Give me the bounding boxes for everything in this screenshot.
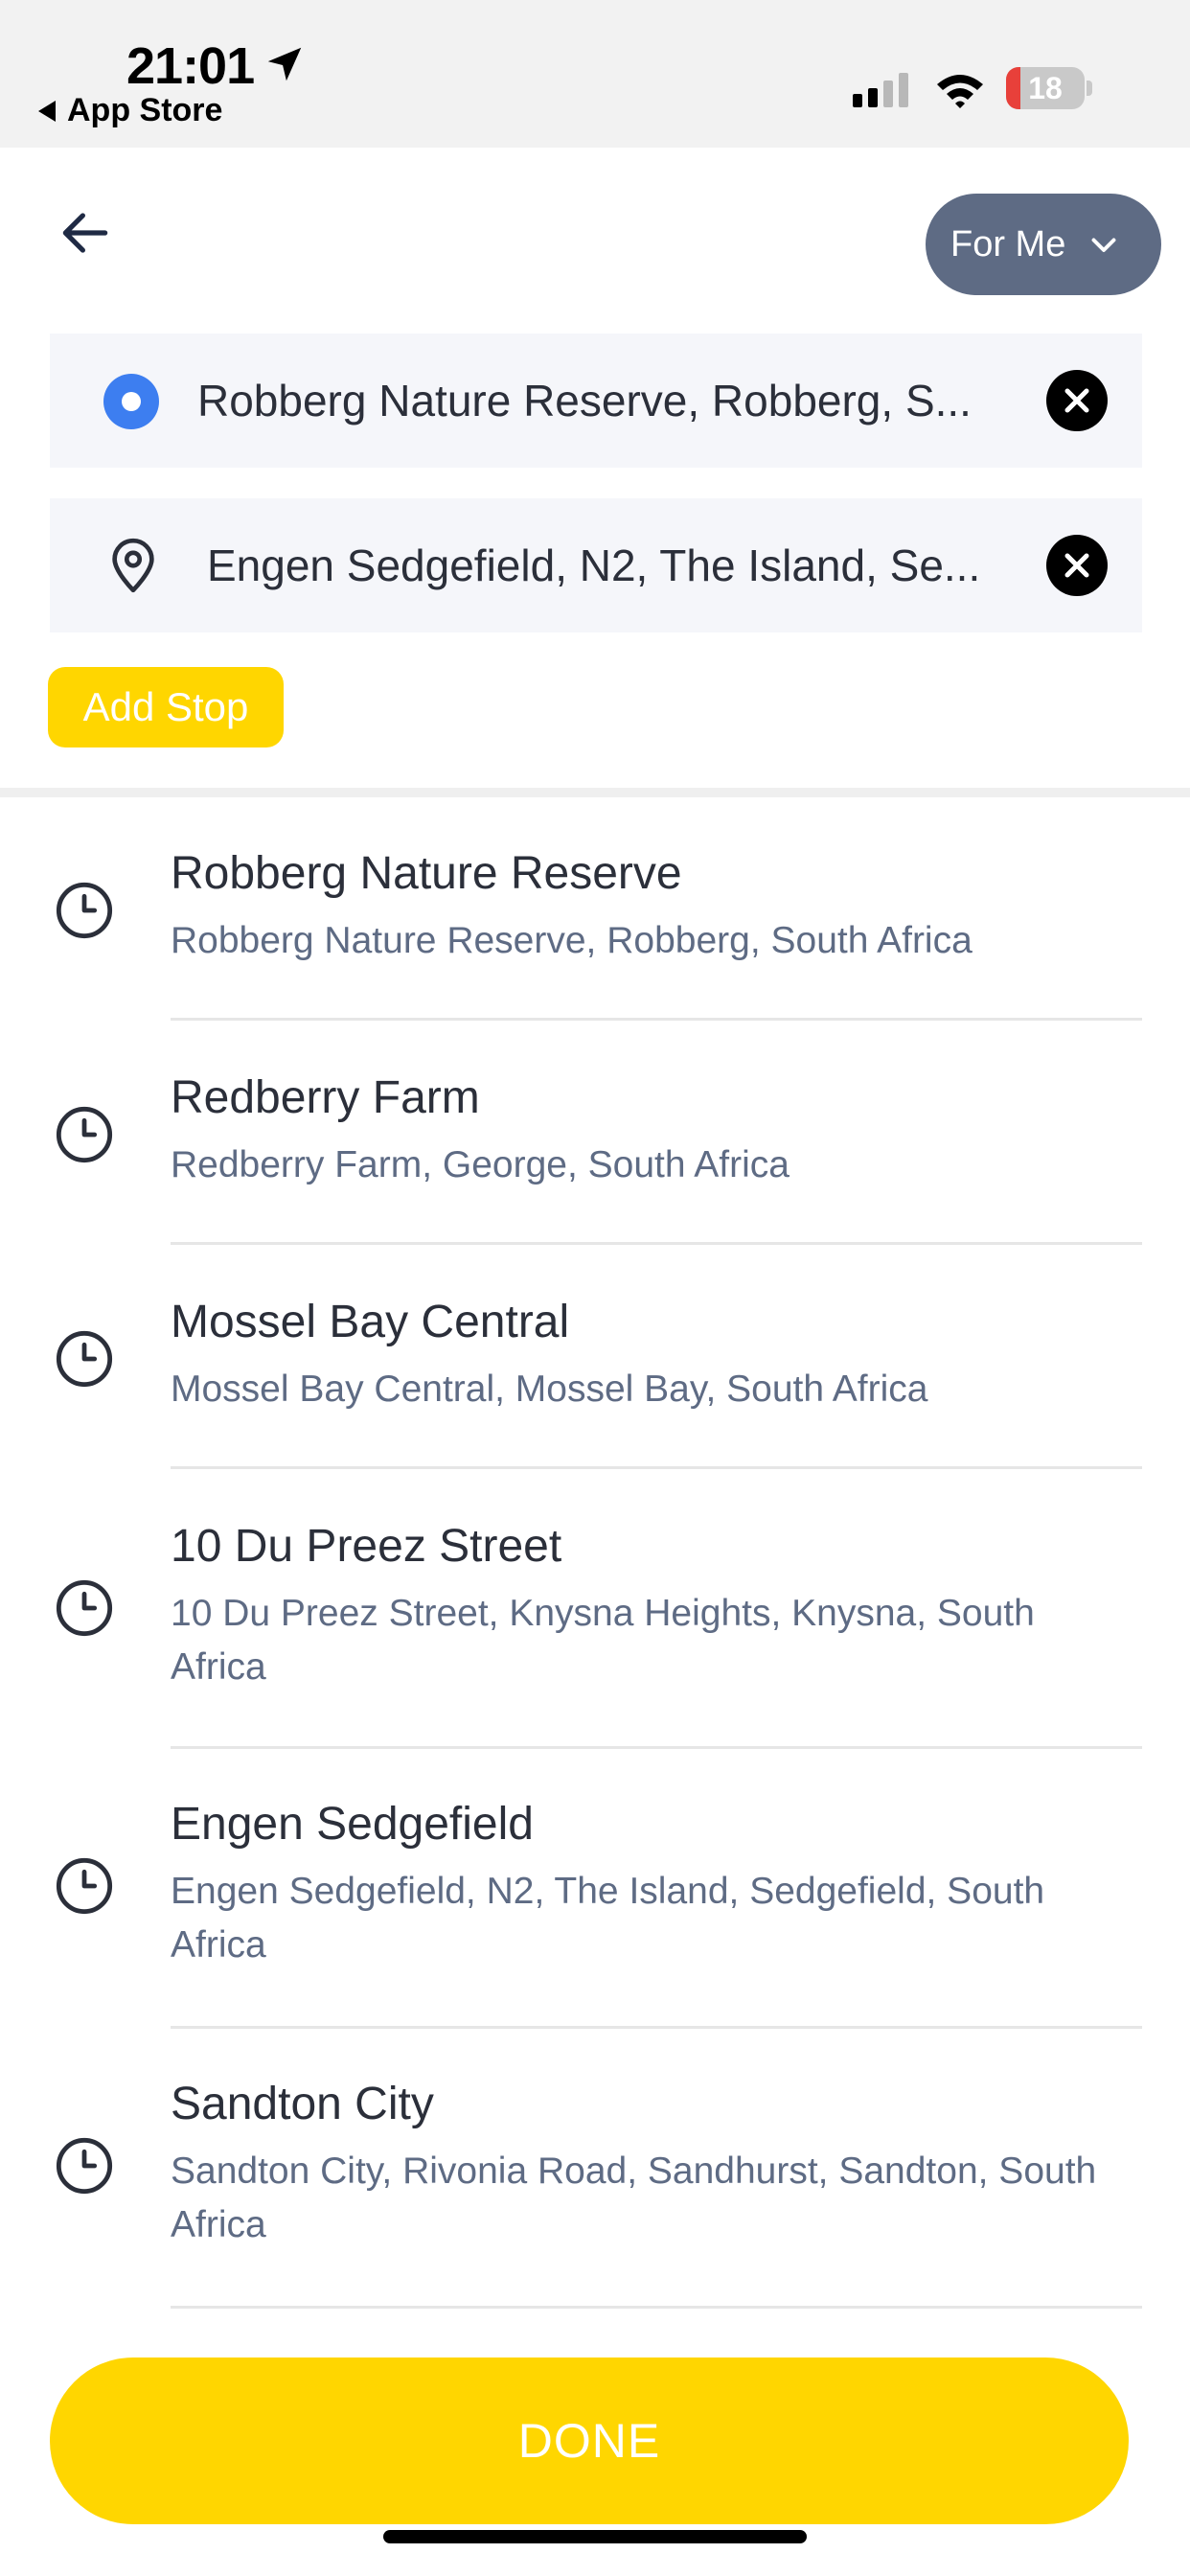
divider (171, 1466, 1142, 1469)
list-item[interactable]: 10 Du Preez Street 10 Du Preez Street, K… (0, 1470, 1190, 1750)
map-pin-icon (112, 538, 154, 593)
cellular-signal-icon (853, 73, 908, 107)
location-arrow-icon (267, 47, 302, 81)
done-button[interactable]: DONE (50, 2358, 1129, 2524)
battery-body: 18 (1006, 67, 1085, 109)
chevron-down-icon (1091, 238, 1116, 252)
divider (171, 1018, 1142, 1021)
close-icon (1064, 553, 1089, 578)
for-me-label: For Me (950, 223, 1066, 264)
section-divider (0, 788, 1190, 797)
place-title: 10 Du Preez Street (171, 1521, 562, 1572)
origin-radio-icon (103, 374, 159, 429)
back-arrow-icon[interactable] (56, 203, 115, 263)
clock-icon (56, 1106, 113, 1163)
list-item[interactable]: Robberg Nature Reserve Robberg Nature Re… (0, 797, 1190, 1021)
status-bar: 21:01 App Store 18 (0, 0, 1190, 148)
place-title: Redberry Farm (171, 1072, 480, 1123)
divider (171, 2306, 1142, 2309)
close-icon (1064, 388, 1089, 413)
list-item[interactable]: Redberry Farm Redberry Farm, George, Sou… (0, 1022, 1190, 1246)
place-address: Robberg Nature Reserve, Robberg, South A… (171, 920, 973, 961)
wifi-icon (937, 75, 983, 108)
place-title: Engen Sedgefield (171, 1799, 534, 1850)
place-title: Mossel Bay Central (171, 1297, 570, 1347)
back-triangle-icon (38, 100, 56, 122)
place-title: Sandton City (171, 2079, 434, 2129)
status-time: 21:01 (126, 37, 255, 95)
clear-origin-button[interactable] (1046, 370, 1108, 431)
place-address: Sandton City, Rivonia Road, Sandhurst, S… (171, 2150, 1097, 2245)
clear-destination-button[interactable] (1046, 535, 1108, 596)
destination-field[interactable]: Engen Sedgefield, N2, The Island, Se... (50, 498, 1142, 632)
clock-icon (56, 1579, 113, 1637)
origin-field[interactable]: Robberg Nature Reserve, Robberg, S... (50, 334, 1142, 468)
for-me-dropdown[interactable]: For Me (926, 194, 1161, 295)
clock-icon (56, 1857, 113, 1915)
back-app-label: App Store (67, 92, 223, 128)
home-indicator (383, 2530, 807, 2543)
list-item[interactable]: Engen Sedgefield Engen Sedgefield, N2, T… (0, 1748, 1190, 2029)
list-item[interactable]: Sandton City Sandton City, Rivonia Road,… (0, 2028, 1190, 2310)
place-address: Redberry Farm, George, South Africa (171, 1144, 790, 1185)
origin-text: Robberg Nature Reserve, Robberg, S... (197, 376, 972, 426)
place-title: Robberg Nature Reserve (171, 848, 682, 899)
battery-cap (1087, 80, 1092, 96)
battery-percent: 18 (1028, 71, 1063, 105)
destination-text: Engen Sedgefield, N2, The Island, Se... (207, 540, 981, 590)
clock-icon (56, 882, 113, 939)
battery-icon: 18 (1006, 67, 1092, 109)
divider (171, 1242, 1142, 1245)
clock-icon (56, 1330, 113, 1388)
clock-icon (56, 2137, 113, 2195)
place-address: Mossel Bay Central, Mossel Bay, South Af… (171, 1368, 928, 1410)
add-stop-button[interactable]: Add Stop (48, 667, 284, 748)
back-to-app-store[interactable]: App Store (38, 92, 222, 129)
list-item[interactable]: Mossel Bay Central Mossel Bay Central, M… (0, 1246, 1190, 1470)
place-address: Engen Sedgefield, N2, The Island, Sedgef… (171, 1871, 1045, 1966)
place-address: 10 Du Preez Street, Knysna Heights, Knys… (171, 1593, 1035, 1688)
